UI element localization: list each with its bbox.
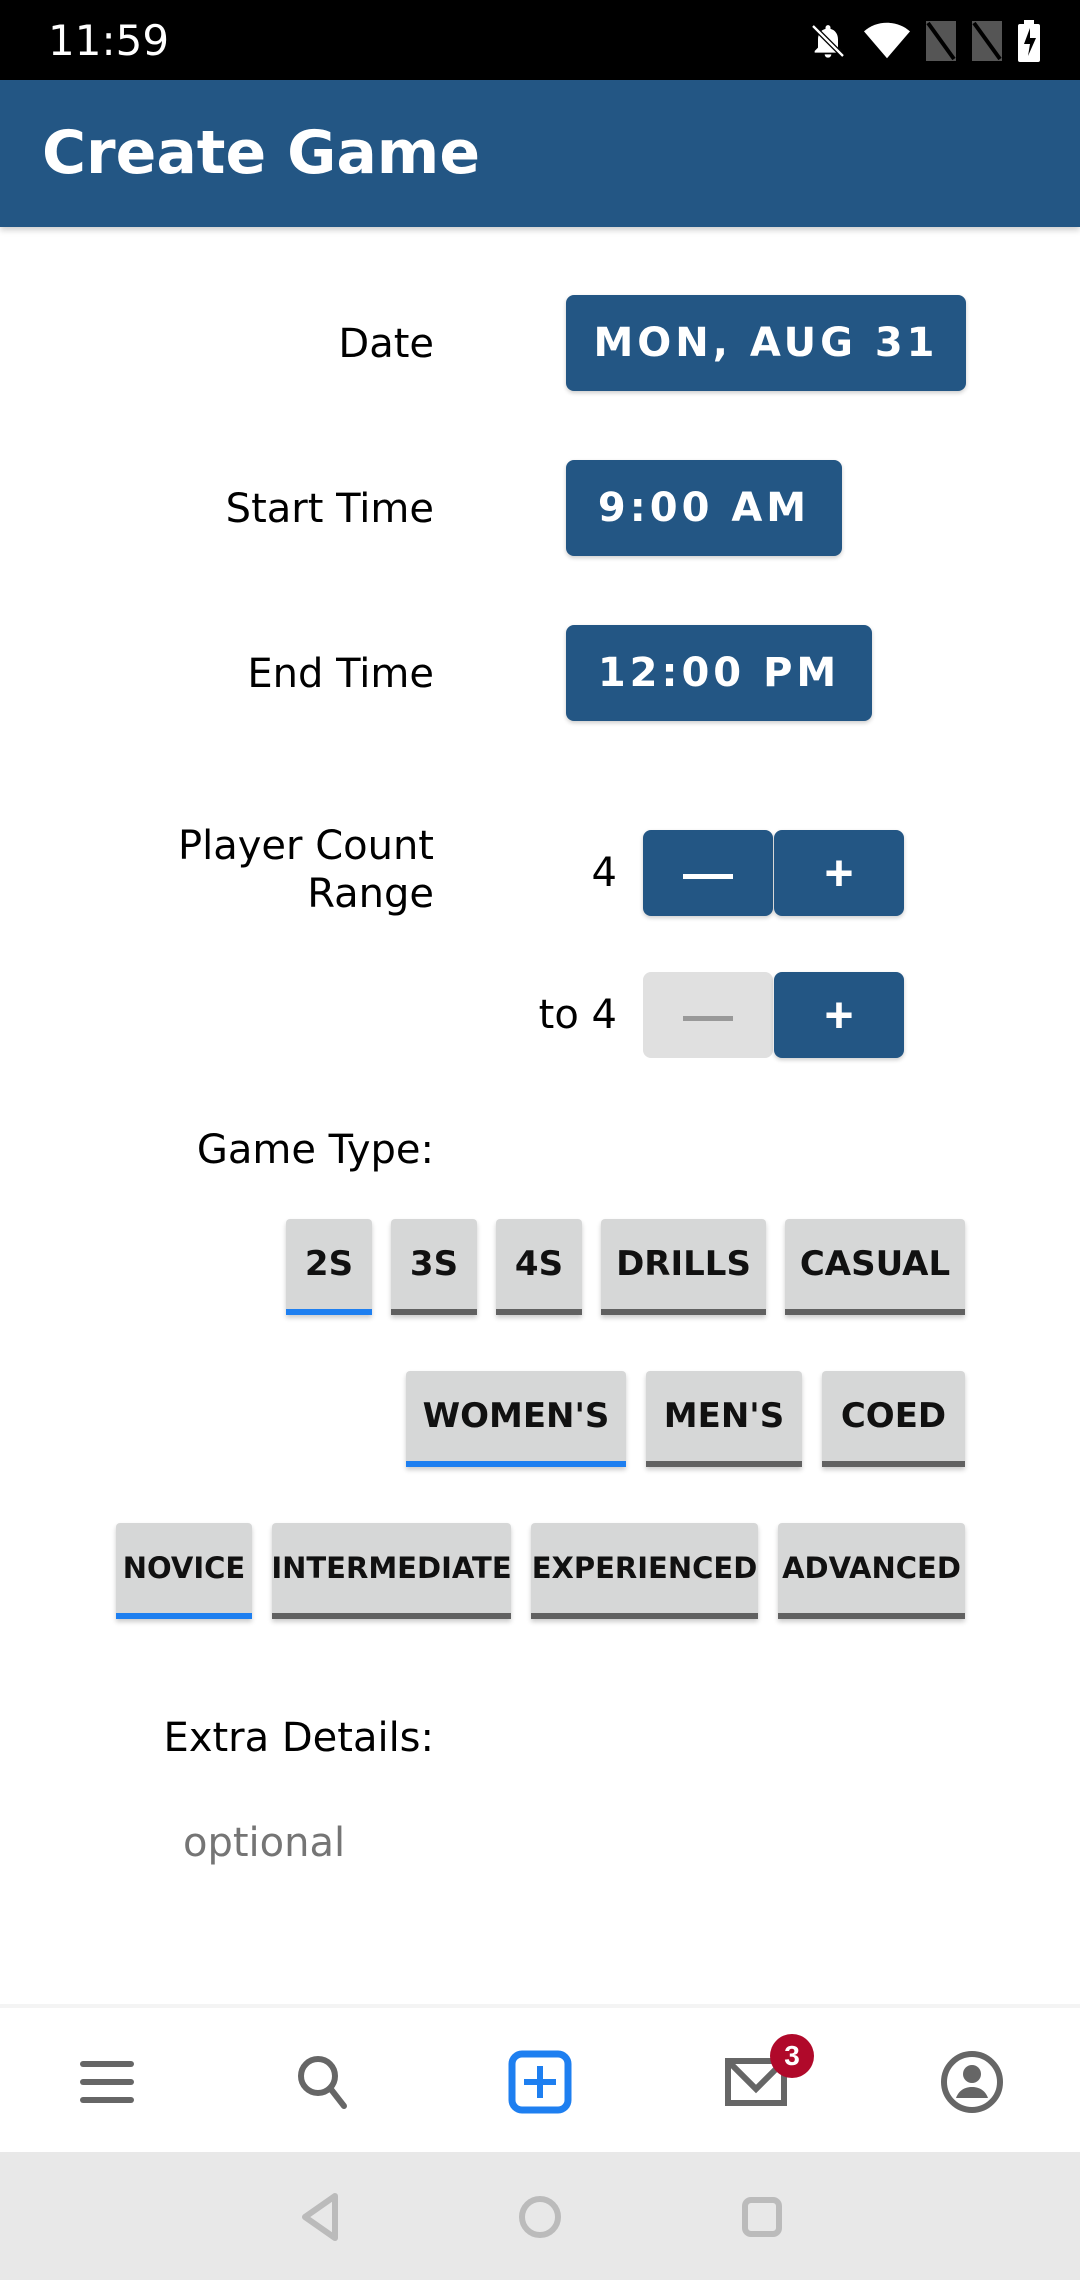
status-time: 11:59 — [48, 16, 170, 65]
status-icons — [808, 20, 1040, 62]
app-bar: Create Game — [0, 80, 1080, 227]
chip-label: WOMEN'S — [422, 1396, 610, 1436]
chip-format-3s[interactable]: 3S — [391, 1219, 477, 1315]
wifi-icon — [864, 22, 910, 59]
chip-label: ADVANCED — [782, 1551, 961, 1585]
minus-icon: — — [683, 845, 733, 901]
no-signal-icon — [926, 21, 956, 61]
date-label: Date — [338, 321, 434, 367]
plus-icon: + — [824, 987, 854, 1043]
chip-level-intermediate[interactable]: INTERMEDIATE — [271, 1523, 512, 1619]
chip-label: EXPERIENCED — [531, 1551, 758, 1585]
chip-format-drills[interactable]: DRILLS — [601, 1219, 766, 1315]
chip-gender-coed[interactable]: COED — [822, 1371, 965, 1467]
messages-badge: 3 — [770, 2034, 814, 2078]
chip-format-4s[interactable]: 4S — [496, 1219, 582, 1315]
system-nav-bar — [0, 2152, 1080, 2280]
chip-label: 3S — [409, 1244, 459, 1284]
max-decrement-button[interactable]: — — [643, 972, 773, 1058]
no-signal-icon — [972, 21, 1002, 61]
extra-details-label: Extra Details: — [163, 1715, 434, 1761]
game-type-label: Game Type: — [196, 1127, 434, 1173]
date-picker-button[interactable]: MON, AUG 31 — [566, 295, 966, 391]
account-icon — [941, 2051, 1003, 2113]
chip-label: DRILLS — [616, 1244, 751, 1284]
start-time-label: Start Time — [225, 486, 434, 532]
max-player-count: to 4 — [538, 992, 617, 1038]
chip-gender-mens[interactable]: MEN'S — [646, 1371, 802, 1467]
home-circle-icon — [519, 2196, 561, 2238]
status-bar: 11:59 — [0, 0, 1080, 80]
bottom-nav: 3 — [0, 2004, 1080, 2152]
min-increment-button[interactable]: + — [774, 830, 904, 916]
back-triangle-icon — [302, 2193, 338, 2241]
chip-label: 4S — [514, 1244, 564, 1284]
system-home-button[interactable] — [505, 2182, 575, 2252]
recents-square-icon — [742, 2197, 782, 2237]
chip-gender-womens[interactable]: WOMEN'S — [406, 1371, 626, 1467]
bell-off-icon — [811, 24, 845, 58]
chip-level-experienced[interactable]: EXPERIENCED — [531, 1523, 758, 1619]
date-value: MON, AUG 31 — [593, 320, 939, 366]
battery-charging-icon — [1018, 20, 1040, 62]
min-decrement-button[interactable]: — — [643, 830, 773, 916]
minus-icon: — — [683, 987, 733, 1043]
chip-label: 2S — [304, 1244, 354, 1284]
min-player-count: 4 — [591, 850, 617, 896]
chip-label: MEN'S — [663, 1396, 785, 1436]
system-back-button[interactable] — [286, 2182, 356, 2252]
start-time-value: 9:00 AM — [597, 485, 811, 531]
max-increment-button[interactable]: + — [774, 972, 904, 1058]
chip-format-casual[interactable]: CASUAL — [785, 1219, 965, 1315]
chip-level-advanced[interactable]: ADVANCED — [778, 1523, 965, 1619]
chip-label: CASUAL — [799, 1244, 951, 1284]
chip-label: INTERMEDIATE — [271, 1551, 512, 1585]
chip-label: NOVICE — [122, 1551, 246, 1585]
nav-create[interactable] — [432, 2008, 648, 2156]
end-time-label: End Time — [247, 651, 434, 697]
player-count-label-line1: Player Count — [178, 823, 434, 869]
page-title: Create Game — [42, 118, 481, 188]
search-icon — [298, 2056, 347, 2109]
extra-details-input[interactable] — [183, 1820, 983, 1866]
nav-messages[interactable]: 3 — [648, 2008, 864, 2156]
chip-format-2s[interactable]: 2S — [286, 1219, 372, 1315]
system-recents-button[interactable] — [727, 2182, 797, 2252]
start-time-button[interactable]: 9:00 AM — [566, 460, 842, 556]
chip-level-novice[interactable]: NOVICE — [116, 1523, 252, 1619]
nav-search[interactable] — [216, 2008, 432, 2156]
nav-profile[interactable] — [864, 2008, 1080, 2156]
player-count-label-line2: Range — [307, 871, 434, 917]
end-time-value: 12:00 PM — [597, 650, 841, 696]
nav-menu[interactable] — [0, 2008, 216, 2156]
plus-icon: + — [824, 845, 854, 901]
chip-label: COED — [840, 1396, 947, 1436]
end-time-button[interactable]: 12:00 PM — [566, 625, 872, 721]
add-box-icon — [508, 2050, 572, 2114]
menu-icon — [80, 2061, 134, 2103]
